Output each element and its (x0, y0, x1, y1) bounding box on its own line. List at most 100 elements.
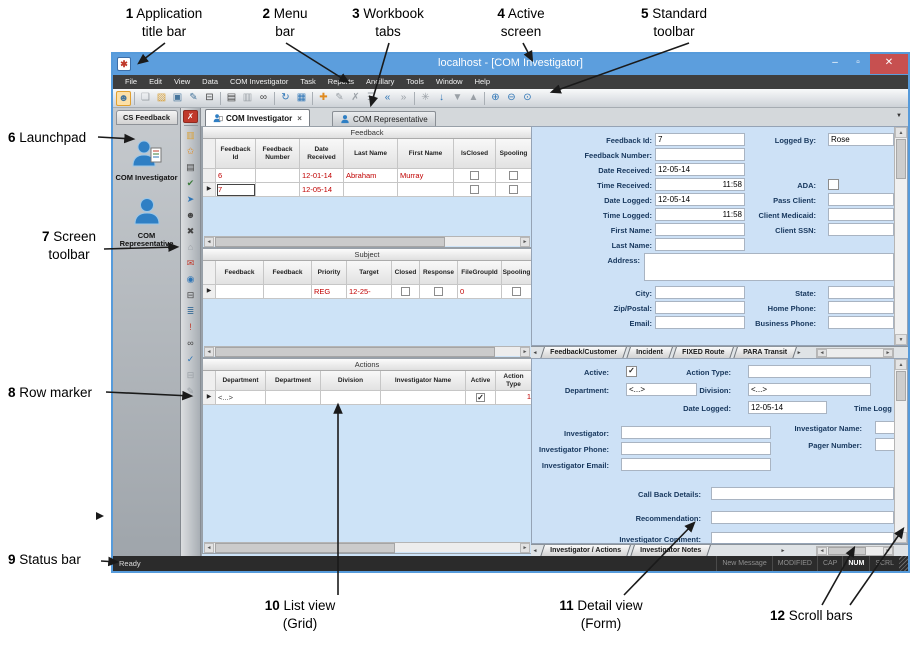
spellcheck-icon[interactable]: ✓ (183, 352, 199, 367)
menu-tools[interactable]: Tools (400, 75, 430, 89)
business-phone-field[interactable] (828, 316, 894, 329)
scroll-left-icon[interactable]: ◄ (817, 547, 827, 555)
menu-ancillary[interactable]: Ancillary (360, 75, 400, 89)
menu-task[interactable]: Task (294, 75, 321, 89)
outbox-icon[interactable]: ✉ (183, 256, 199, 271)
cell-department[interactable]: <...> (216, 391, 266, 405)
delete-record-icon[interactable]: ✗ (348, 91, 363, 106)
column-header[interactable]: Last Name (344, 139, 398, 169)
cell-response[interactable] (420, 285, 458, 299)
scrollbar-thumb[interactable] (215, 347, 495, 357)
scrollbar-thumb[interactable] (215, 237, 445, 247)
new-document-icon[interactable]: ❏ (138, 91, 153, 106)
sort-asc-icon[interactable]: ▼ (450, 91, 465, 106)
menu-com-investigator[interactable]: COM Investigator (224, 75, 294, 89)
vehicle-icon[interactable]: ▥ (183, 128, 199, 143)
pager-number-field[interactable] (875, 438, 895, 451)
checkbox-unchecked[interactable] (401, 287, 410, 296)
investigator-email-field[interactable] (621, 458, 771, 471)
column-header[interactable]: Spooling (496, 139, 532, 169)
feedback-grid-hscrollbar[interactable]: ◄ ► (204, 236, 530, 246)
column-header[interactable]: Division (321, 371, 381, 391)
client-medicaid-field[interactable] (828, 208, 894, 221)
state-field[interactable] (828, 286, 894, 299)
column-header[interactable]: Department (266, 371, 321, 391)
edit-record-icon[interactable]: ✎ (332, 91, 347, 106)
insert-icon[interactable]: ↓ (434, 91, 449, 106)
cell-isclosed[interactable] (454, 169, 496, 183)
person-icon[interactable]: ☻ (183, 208, 199, 223)
address-field[interactable] (644, 253, 894, 281)
print-icon[interactable]: ⊟ (202, 91, 217, 106)
cell-investigator-name[interactable] (381, 391, 466, 405)
investigator-phone-field[interactable] (621, 442, 771, 455)
cell-department-2[interactable] (266, 391, 321, 405)
new-record-icon[interactable]: ✚ (316, 91, 331, 106)
sort-desc-icon[interactable]: ▲ (466, 91, 481, 106)
cell-active[interactable]: ✓ (466, 391, 496, 405)
home-phone-field[interactable] (828, 301, 894, 314)
lower-form-hscrollbar[interactable]: ◄ ► (816, 546, 894, 556)
cell-feedback[interactable] (216, 285, 264, 299)
cell-first-name[interactable] (398, 183, 454, 197)
column-header[interactable]: Investigator Name (381, 371, 466, 391)
cell-last-name[interactable] (344, 183, 398, 197)
tab-com-investigator[interactable]: COM Investigator × (205, 109, 310, 126)
assign-icon[interactable]: ➤ (183, 192, 199, 207)
paste-icon[interactable]: ▥ (240, 91, 255, 106)
investigator-name-field[interactable] (875, 421, 895, 434)
table-row[interactable]: 6 12-01-14 Abraham Murray (203, 169, 531, 183)
scrollbar-thumb[interactable] (896, 139, 906, 179)
tab-com-representative[interactable]: COM Representative (332, 111, 436, 126)
investigator-field[interactable] (621, 426, 771, 439)
feedback-number-field[interactable] (655, 148, 745, 161)
first-record-icon[interactable]: « (380, 91, 395, 106)
column-header[interactable]: Closed (392, 261, 420, 285)
row-marker[interactable]: ▶ (203, 391, 216, 405)
scroll-left-icon[interactable]: ◄ (817, 349, 827, 357)
cell-filegroupid[interactable]: 0 (458, 285, 502, 299)
menu-reports[interactable]: Reports (322, 75, 360, 89)
next-record-icon[interactable]: » (396, 91, 411, 106)
attachment-icon[interactable]: ✎ (183, 384, 199, 399)
save-icon[interactable]: ▣ (170, 91, 185, 106)
report-icon[interactable]: ≣ (183, 304, 199, 319)
column-header[interactable]: First Name (398, 139, 454, 169)
date-received-field[interactable]: 12-05-14 (655, 163, 745, 176)
table-row[interactable]: ▶ 7 12-05-14 (203, 183, 531, 197)
column-header[interactable]: Spooling (502, 261, 532, 285)
minimize-button[interactable]: – (824, 54, 846, 73)
tab-prev-icon[interactable]: ◄ (531, 545, 539, 556)
launchpad-header[interactable]: CS Feedback (116, 110, 178, 125)
scroll-down-icon[interactable]: ▼ (895, 532, 907, 543)
scroll-right-icon[interactable]: ► (883, 349, 893, 357)
table-row[interactable]: ▶ REG 12-25- 0 (203, 285, 531, 299)
logged-by-field[interactable]: Rose (828, 133, 894, 146)
checkbox-unchecked[interactable] (434, 287, 443, 296)
cell-target[interactable]: 12-25- (347, 285, 392, 299)
ada-checkbox[interactable] (828, 179, 839, 190)
tab-list-dropdown-icon[interactable]: ▼ (896, 113, 902, 119)
zoom-reset-icon[interactable]: ⊙ (520, 91, 535, 106)
alert-icon[interactable]: ! (183, 320, 199, 335)
row-marker[interactable]: ▶ (203, 183, 216, 197)
new-item-icon[interactable]: ✩ (183, 144, 199, 159)
cell-spooling[interactable] (496, 169, 532, 183)
tab-prev-icon[interactable]: ◄ (531, 347, 539, 358)
column-header[interactable]: Feedback (264, 261, 312, 285)
column-header[interactable]: Response (420, 261, 458, 285)
organization-icon[interactable]: ⌂ (183, 240, 199, 255)
scroll-up-icon[interactable]: ▲ (895, 127, 907, 138)
checkbox-checked[interactable]: ✓ (476, 393, 485, 402)
cell-isclosed[interactable] (454, 183, 496, 197)
column-header[interactable]: Feedback Id (216, 139, 256, 169)
zoom-out-icon[interactable]: ⊖ (504, 91, 519, 106)
investigator-comment-field[interactable] (711, 532, 894, 544)
refresh-icon[interactable]: ↻ (278, 91, 293, 106)
cell-closed[interactable] (392, 285, 420, 299)
verify-icon[interactable]: ✔ (183, 176, 199, 191)
save-as-icon[interactable]: ✎ (186, 91, 201, 106)
open-icon[interactable]: ▨ (154, 91, 169, 106)
close-screen-icon[interactable]: ✗ (183, 110, 198, 123)
scroll-right-icon[interactable]: ► (520, 347, 530, 357)
